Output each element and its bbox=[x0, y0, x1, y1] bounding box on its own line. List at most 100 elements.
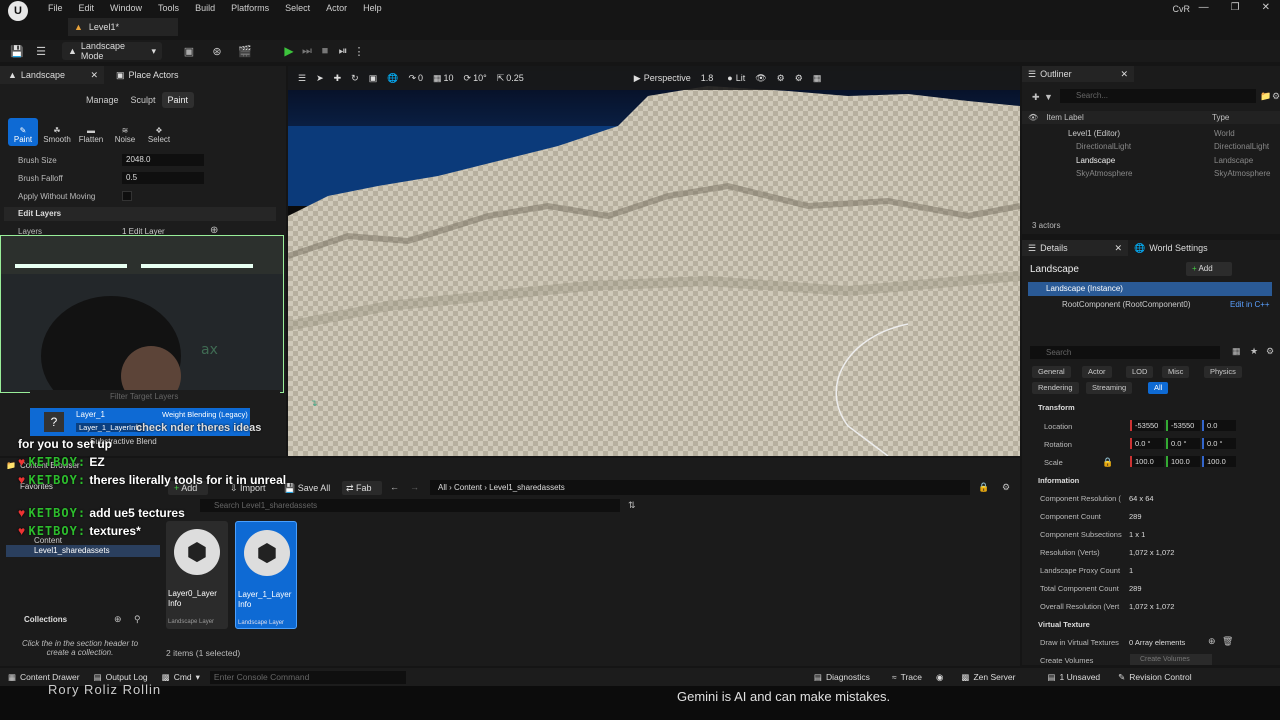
settings-icon[interactable]: ⚙ bbox=[1266, 346, 1274, 357]
rotation-y[interactable]: 0.0 ° bbox=[1166, 438, 1200, 449]
maximize-icon[interactable]: ❐ bbox=[1231, 2, 1240, 13]
add-element-icon[interactable]: ⊕ bbox=[1208, 636, 1216, 647]
lock-icon[interactable]: 🔒 bbox=[1102, 457, 1113, 468]
play-icon[interactable]: ▶ bbox=[282, 44, 296, 58]
brush-size-input[interactable]: 2048.0 bbox=[122, 154, 204, 166]
tab-details[interactable]: ☰ Details ✕ bbox=[1022, 240, 1128, 256]
tool-flatten[interactable]: ▬ Flatten bbox=[76, 118, 106, 146]
outliner-row-landscape[interactable]: Landscape Landscape bbox=[1022, 154, 1280, 167]
tab-paint[interactable]: Paint bbox=[161, 92, 195, 108]
add-collection-icon[interactable]: ⊕ bbox=[114, 614, 122, 625]
rotation-snap-value[interactable]: 10° bbox=[473, 73, 487, 83]
menu-actor[interactable]: Actor bbox=[326, 3, 347, 13]
col-type[interactable]: Type bbox=[1212, 111, 1229, 124]
crumb-content[interactable]: Content bbox=[454, 483, 482, 492]
virtual-texture-section[interactable]: Virtual Texture bbox=[1024, 618, 1278, 632]
select-mode-icon[interactable]: ➤ bbox=[316, 73, 324, 84]
cat-lod[interactable]: LOD bbox=[1126, 366, 1154, 378]
close-icon[interactable]: ✕ bbox=[1262, 2, 1270, 13]
outliner-search-input[interactable]: Search... bbox=[1060, 89, 1256, 103]
close-icon[interactable]: ✕ bbox=[90, 70, 98, 81]
camera-icon[interactable]: ▶ bbox=[634, 73, 641, 84]
menu-file[interactable]: File bbox=[48, 3, 63, 13]
settings-icon[interactable]: ⚙ bbox=[1272, 91, 1280, 102]
world-space-icon[interactable]: 🌐 bbox=[387, 73, 398, 84]
cat-misc[interactable]: Misc bbox=[1162, 366, 1190, 378]
menu-select[interactable]: Select bbox=[285, 3, 310, 13]
add-filter-icon[interactable]: ✚ bbox=[1032, 92, 1040, 103]
performance-icon[interactable]: ⚙ bbox=[777, 73, 785, 84]
create-volumes-button[interactable]: Create Volumes bbox=[1130, 654, 1212, 665]
lock-icon[interactable]: 🔒 bbox=[978, 482, 989, 493]
forward-icon[interactable]: → bbox=[410, 482, 419, 492]
details-search-input[interactable]: Search bbox=[1030, 346, 1220, 359]
scale-z[interactable]: 100.0 bbox=[1202, 456, 1236, 467]
filter-icon[interactable]: ▼ bbox=[1044, 92, 1053, 102]
minimize-icon[interactable]: — bbox=[1199, 2, 1209, 13]
blueprint-icon[interactable]: ⊛ bbox=[210, 44, 224, 58]
scale-x[interactable]: 100.0 bbox=[1130, 456, 1164, 467]
information-section[interactable]: Information bbox=[1024, 474, 1278, 488]
menu-platforms[interactable]: Platforms bbox=[231, 3, 269, 13]
tab-manage[interactable]: Manage bbox=[80, 92, 125, 108]
menu-tools[interactable]: Tools bbox=[158, 3, 179, 13]
menu-edit[interactable]: Edit bbox=[79, 3, 95, 13]
cat-all[interactable]: All bbox=[1148, 382, 1169, 394]
surface-snap-icon[interactable]: ↷ bbox=[408, 73, 416, 84]
stop-icon[interactable]: ■ bbox=[318, 44, 332, 58]
apply-without-moving-checkbox[interactable] bbox=[122, 191, 132, 201]
crumb-folder[interactable]: Level1_sharedassets bbox=[489, 483, 565, 492]
eject-icon[interactable]: ⏯ bbox=[336, 44, 350, 58]
zen-server-button[interactable]: Zen Server bbox=[973, 672, 1015, 682]
rotation-z[interactable]: 0.0 ° bbox=[1202, 438, 1236, 449]
level-tab[interactable]: ▲ Level1* bbox=[68, 18, 178, 36]
fov-value[interactable]: 1.8 bbox=[701, 73, 714, 83]
col-item-label[interactable]: Item Label bbox=[1046, 113, 1083, 122]
trace-dropdown[interactable]: Trace bbox=[901, 672, 922, 682]
tab-world-settings[interactable]: 🌐 World Settings bbox=[1134, 240, 1208, 256]
location-z[interactable]: 0.0 bbox=[1202, 420, 1236, 431]
sort-icon[interactable]: ⇅ bbox=[628, 500, 636, 511]
search-icon[interactable]: ⚲ bbox=[134, 614, 141, 625]
settings-icon[interactable]: ⚙ bbox=[795, 73, 803, 84]
save-icon[interactable]: 💾 bbox=[10, 44, 24, 58]
scale-icon[interactable]: ▣ bbox=[369, 73, 378, 84]
rotation-x[interactable]: 0.0 ° bbox=[1130, 438, 1164, 449]
location-x[interactable]: -53550 bbox=[1130, 420, 1164, 431]
layout-icon[interactable]: ▦ bbox=[813, 73, 822, 84]
output-log-button[interactable]: Output Log bbox=[106, 672, 148, 682]
step-icon[interactable]: ⏭ bbox=[300, 44, 314, 58]
favorite-star-icon[interactable]: ★ bbox=[1250, 346, 1258, 357]
grid-view-icon[interactable]: ▦ bbox=[1232, 346, 1241, 357]
mode-dropdown[interactable]: ▲ Landscape Mode ▾ bbox=[62, 41, 162, 61]
add-component-button[interactable]: + Add bbox=[1186, 262, 1232, 276]
menu-help[interactable]: Help bbox=[363, 3, 382, 13]
lit-dropdown[interactable]: Lit bbox=[736, 73, 746, 83]
crumb-all[interactable]: All bbox=[438, 483, 447, 492]
edit-layers-section[interactable]: Edit Layers bbox=[4, 207, 276, 221]
outliner-row-skyatmosphere[interactable]: SkyAtmosphere SkyAtmosphere bbox=[1022, 167, 1280, 180]
cinematics-icon[interactable]: 🎬 bbox=[238, 44, 252, 58]
viewport-menu-icon[interactable]: ☰ bbox=[298, 73, 306, 84]
close-icon[interactable]: ✕ bbox=[1114, 243, 1122, 254]
rotation-dropdown[interactable]: Rotation bbox=[1044, 440, 1072, 449]
level-viewport[interactable]: ☰ ➤ ✚ ↻ ▣ 🌐 ↷ 0 ▦ 10 ⟳ 10° ⇱ 0.25 ▶ Pers… bbox=[288, 66, 1020, 456]
scale-snap-icon[interactable]: ⇱ bbox=[497, 73, 505, 84]
menu-window[interactable]: Window bbox=[110, 3, 142, 13]
unreal-logo-icon[interactable]: U bbox=[8, 1, 28, 21]
cat-streaming[interactable]: Streaming bbox=[1086, 382, 1133, 394]
menu-build[interactable]: Build bbox=[195, 3, 215, 13]
cat-physics[interactable]: Physics bbox=[1204, 366, 1242, 378]
close-icon[interactable]: ✕ bbox=[1120, 69, 1128, 80]
tab-place-actors[interactable]: ▣ Place Actors bbox=[108, 66, 208, 84]
fab-button[interactable]: ⇄ Fab bbox=[342, 481, 382, 495]
grid-snap-icon[interactable]: ▦ bbox=[433, 73, 442, 84]
rotation-snap-icon[interactable]: ⟳ bbox=[464, 73, 472, 84]
transform-section[interactable]: Transform bbox=[1024, 401, 1278, 415]
diagnostics-button[interactable]: Diagnostics bbox=[826, 672, 870, 682]
tab-sculpt[interactable]: Sculpt bbox=[125, 92, 162, 108]
rotate-icon[interactable]: ↻ bbox=[351, 73, 359, 84]
cat-actor[interactable]: Actor bbox=[1082, 366, 1112, 378]
content-icon[interactable]: ☰ bbox=[34, 44, 48, 58]
tree-folder-selected[interactable]: Level1_sharedassets bbox=[6, 545, 160, 557]
